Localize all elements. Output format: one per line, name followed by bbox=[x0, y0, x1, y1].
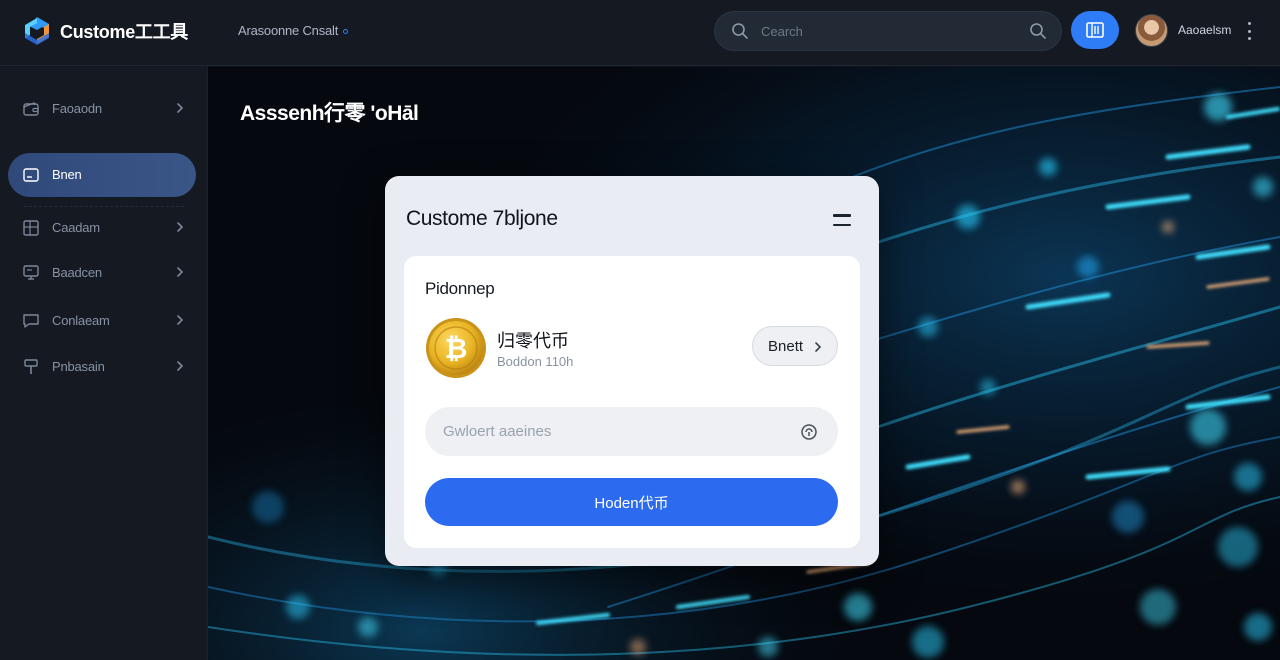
tool-icon bbox=[24, 359, 38, 374]
sidebar-item-monitor[interactable]: Baadcen bbox=[8, 251, 196, 295]
logo-icon bbox=[25, 17, 49, 45]
card-label: Pidonnep bbox=[425, 279, 495, 298]
book-icon bbox=[1086, 22, 1104, 38]
search-input[interactable] bbox=[761, 20, 1011, 42]
chevron-right-icon bbox=[177, 103, 184, 113]
chevron-right-icon bbox=[815, 342, 822, 352]
sidebar-item-label: Pnbasain bbox=[52, 359, 105, 374]
bitcoin-icon: ₿ bbox=[426, 318, 486, 378]
page-title: Asssenh行零 'oHāl bbox=[240, 102, 419, 125]
amount-field[interactable] bbox=[425, 407, 838, 456]
sidebar-item-grid[interactable]: Caadam bbox=[8, 206, 196, 250]
menu-icon[interactable] bbox=[833, 214, 851, 226]
coin-subtitle: Boddon 110h bbox=[497, 354, 574, 369]
user-name[interactable]: Aaoaelsm bbox=[1178, 23, 1231, 37]
sidebar-item-message[interactable]: Conlaeam bbox=[8, 299, 196, 343]
coin-symbol: ₿ bbox=[445, 332, 468, 365]
search-icon bbox=[732, 23, 748, 39]
sidebar-item-label: Caadam bbox=[52, 220, 100, 235]
chevron-right-icon bbox=[177, 361, 184, 371]
dialog-title: Custome 7bljone bbox=[406, 207, 558, 230]
search-submit-icon[interactable] bbox=[1029, 22, 1047, 40]
sidebar-item-active[interactable]: Bnen bbox=[8, 153, 196, 197]
message-icon bbox=[23, 314, 39, 328]
grid-icon bbox=[23, 220, 39, 236]
more-options-icon[interactable] bbox=[1240, 20, 1258, 42]
chevron-right-icon bbox=[177, 267, 184, 277]
sidebar-item-label: Conlaeam bbox=[52, 313, 110, 328]
avatar[interactable] bbox=[1135, 14, 1168, 47]
sidebar-item-wallet[interactable]: Faoaodn bbox=[8, 87, 196, 131]
brand-name: Custome工工具 bbox=[60, 22, 189, 42]
top-bar: Custome工工具 Arasoonne Cnsalt Aaoaelsm bbox=[0, 0, 1280, 66]
card-icon bbox=[23, 168, 39, 182]
coin-name: 归零代币 bbox=[497, 331, 569, 351]
monitor-icon bbox=[23, 265, 39, 280]
wallet-icon bbox=[23, 102, 39, 116]
select-token-label: Bnett bbox=[768, 337, 804, 355]
amount-input[interactable] bbox=[443, 421, 783, 441]
sidebar: Faoaodn Bnen Caadam Baadcen Conlaeam Pnb… bbox=[0, 66, 208, 660]
search-bar[interactable] bbox=[714, 11, 1062, 51]
chevron-right-icon bbox=[177, 315, 184, 325]
apps-button[interactable] bbox=[1071, 11, 1119, 49]
scan-icon[interactable] bbox=[800, 423, 818, 441]
sidebar-item-label: Baadcen bbox=[52, 265, 102, 280]
status-dot-icon bbox=[343, 29, 349, 35]
submit-button[interactable]: Hoden代币 bbox=[425, 478, 838, 526]
brand[interactable]: Custome工工具 bbox=[22, 15, 188, 47]
token-dialog: Custome 7bljone Pidonnep ₿ 归零代币 Boddon 1… bbox=[385, 176, 879, 566]
breadcrumb-label: Arasoonne Cnsalt bbox=[238, 23, 339, 38]
select-token-button[interactable]: Bnett bbox=[752, 326, 838, 366]
sidebar-item-label: Faoaodn bbox=[52, 101, 102, 116]
breadcrumb[interactable]: Arasoonne Cnsalt bbox=[238, 23, 349, 38]
token-card: Pidonnep ₿ 归零代币 Boddon 110h Bnett Gwloer… bbox=[404, 256, 860, 548]
sidebar-item-label: Bnen bbox=[52, 167, 82, 182]
sidebar-item-tool[interactable]: Pnbasain bbox=[8, 345, 196, 389]
chevron-right-icon bbox=[177, 222, 184, 232]
